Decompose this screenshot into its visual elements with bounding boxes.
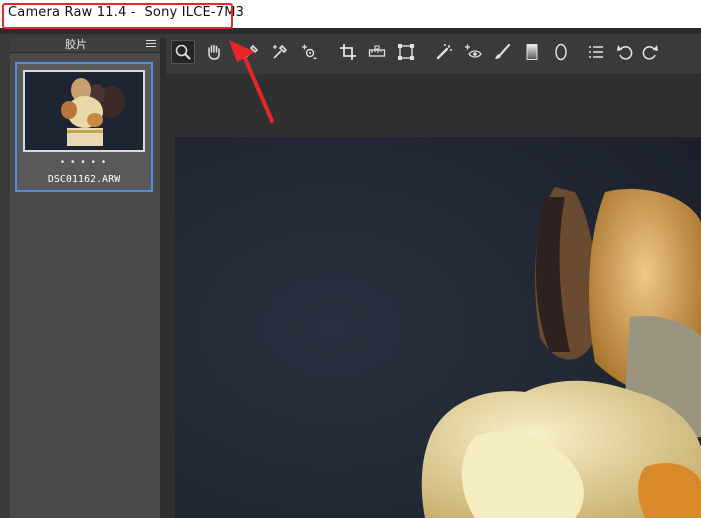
annotation-arrow — [229, 40, 274, 123]
